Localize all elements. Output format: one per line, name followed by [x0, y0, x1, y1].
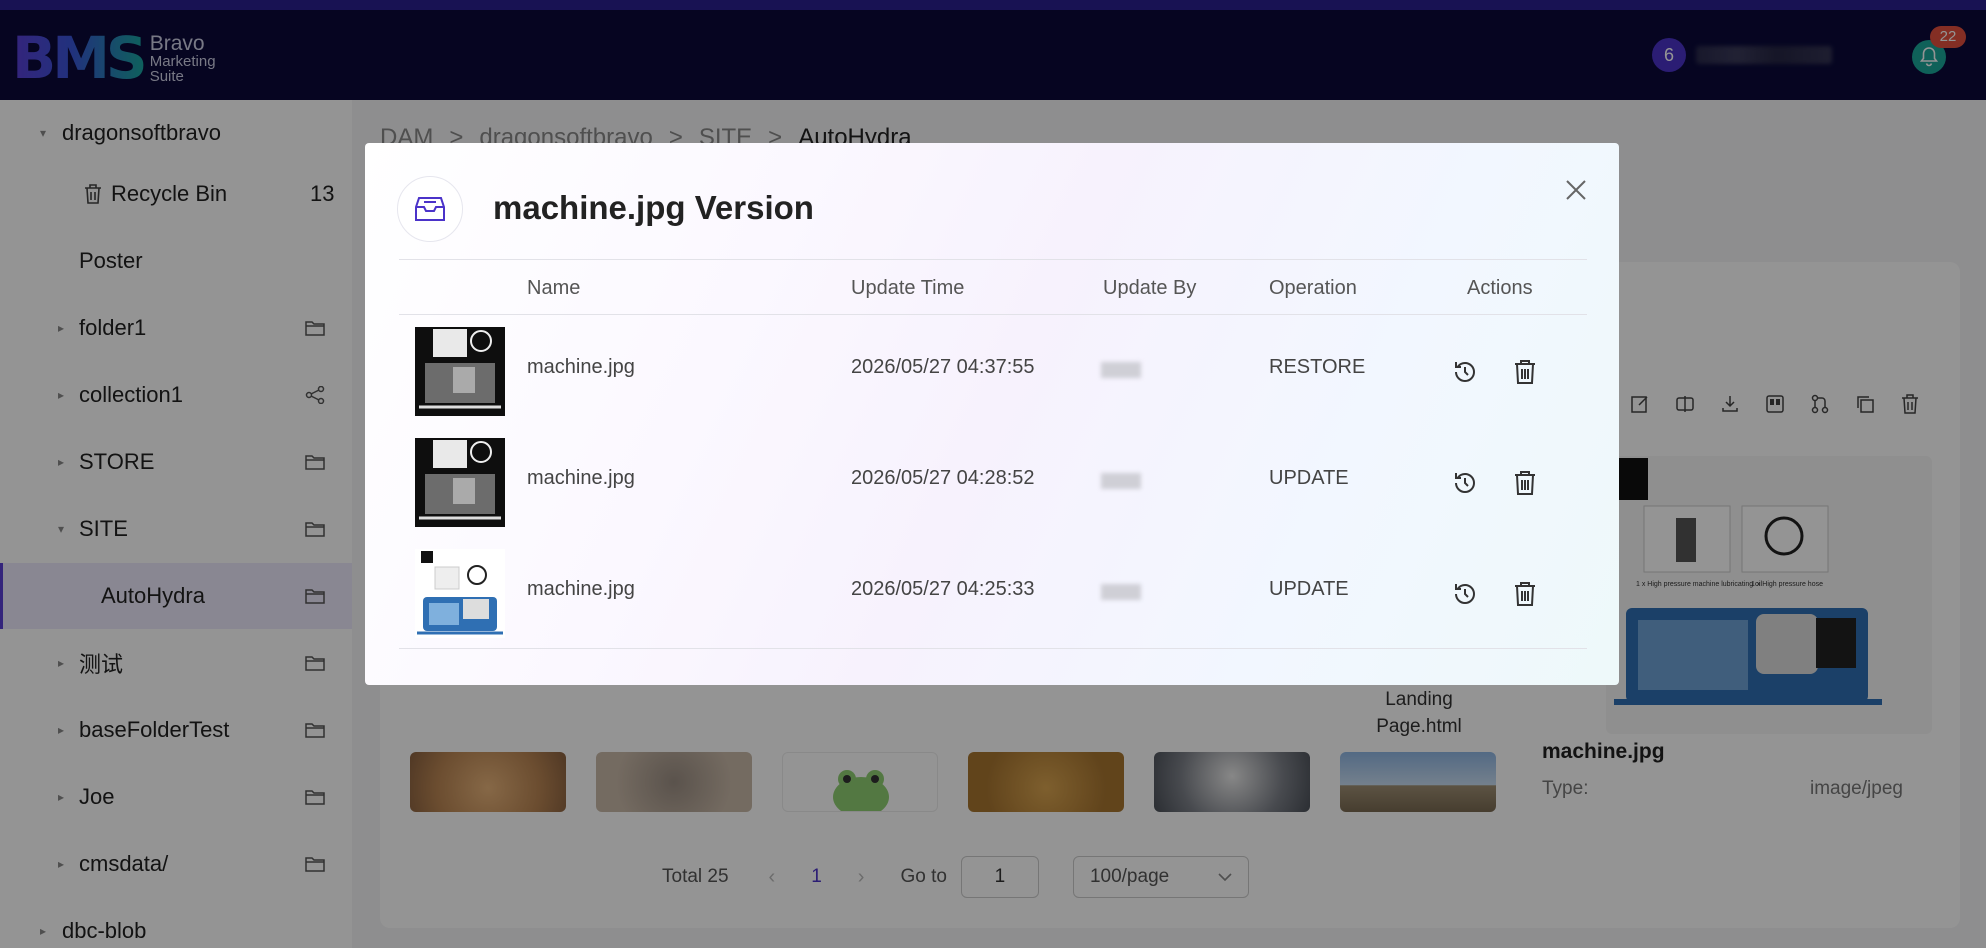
version-operation: UPDATE	[1269, 578, 1349, 600]
column-header-update-by: Update By	[1103, 277, 1197, 299]
version-update-time: 2026/05/27 04:28:52	[851, 467, 1035, 489]
delete-version-icon[interactable]	[1511, 468, 1539, 498]
delete-version-icon[interactable]	[1511, 357, 1539, 387]
table-header: Name Update Time Update By Operation Act…	[399, 260, 1587, 315]
close-icon[interactable]	[1563, 177, 1589, 203]
version-operation: UPDATE	[1269, 467, 1349, 489]
update-by-redacted	[1101, 362, 1141, 378]
column-header-name: Name	[527, 277, 581, 299]
archive-box-icon	[397, 176, 463, 242]
table-row: machine.jpg 2026/05/27 04:25:33 UPDATE	[399, 538, 1587, 649]
table-row: machine.jpg 2026/05/27 04:28:52 UPDATE	[399, 427, 1587, 538]
restore-icon[interactable]	[1451, 357, 1479, 387]
update-by-redacted	[1101, 584, 1141, 600]
modal-title: machine.jpg Version	[493, 189, 814, 226]
version-file-name: machine.jpg	[527, 578, 635, 600]
restore-icon[interactable]	[1451, 468, 1479, 498]
version-operation: RESTORE	[1269, 356, 1366, 378]
column-header-operation: Operation	[1269, 277, 1357, 299]
version-thumbnail[interactable]	[415, 438, 505, 527]
column-header-actions: Actions	[1467, 277, 1533, 299]
version-thumbnail[interactable]	[415, 327, 505, 416]
update-by-redacted	[1101, 473, 1141, 489]
version-update-time: 2026/05/27 04:37:55	[851, 356, 1035, 378]
table-row: machine.jpg 2026/05/27 04:37:55 RESTORE	[399, 316, 1587, 427]
column-header-update-time: Update Time	[851, 277, 965, 299]
version-update-time: 2026/05/27 04:25:33	[851, 578, 1035, 600]
version-thumbnail[interactable]	[415, 549, 505, 638]
version-file-name: machine.jpg	[527, 356, 635, 378]
delete-version-icon[interactable]	[1511, 579, 1539, 609]
restore-icon[interactable]	[1451, 579, 1479, 609]
version-history-modal: machine.jpg Version Name Update Time Upd…	[365, 143, 1619, 685]
version-file-name: machine.jpg	[527, 467, 635, 489]
